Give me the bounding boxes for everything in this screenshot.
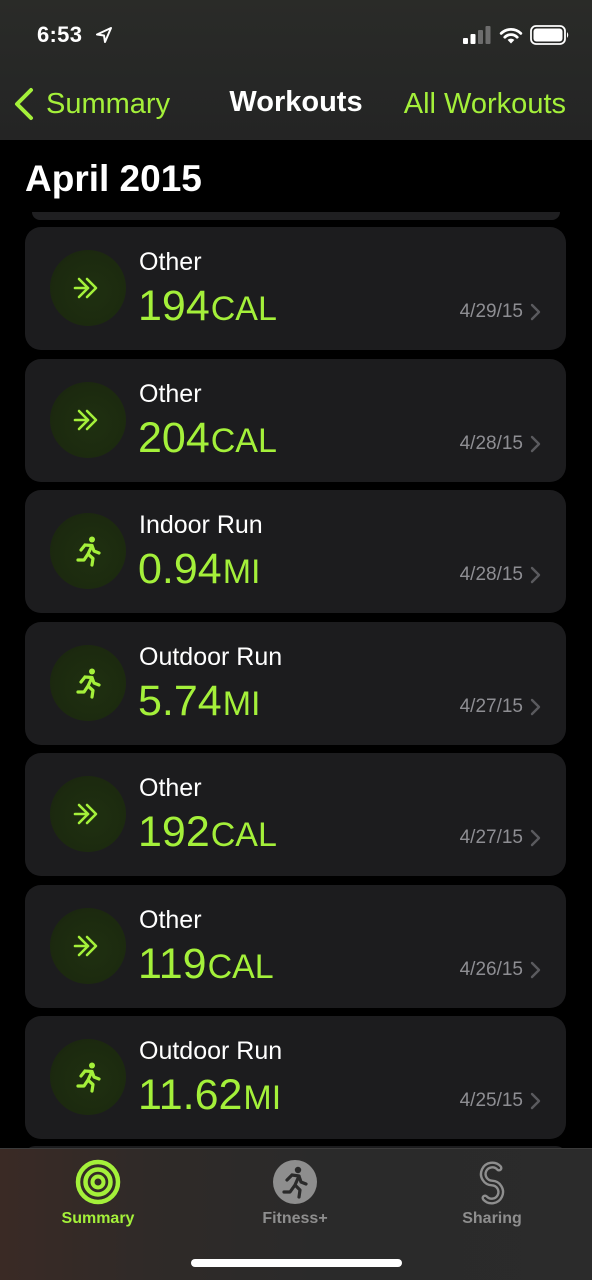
runner-icon [50, 513, 126, 589]
chevron-right-icon [530, 961, 541, 978]
workout-value-unit: CAL [210, 421, 277, 460]
back-button-label: Summary [46, 87, 171, 120]
workout-name: Other [139, 774, 202, 802]
workout-value: 11.62 MI [138, 1071, 281, 1120]
chevron-right-icon [530, 698, 541, 715]
tab-sharing[interactable]: Sharing [422, 1159, 562, 1228]
workout-value-unit: CAL [210, 290, 277, 328]
workout-row[interactable]: Outdoor Run 5.74 MI 4/27/15 [25, 621, 566, 745]
other-workout-icon-glyph [73, 935, 98, 956]
chevron-right-icon [530, 829, 541, 847]
chevron-right-icon [530, 303, 541, 321]
other-workout-icon [50, 250, 126, 326]
section-header: April 2015 [25, 158, 202, 199]
tab-sharing-label: Sharing [462, 1210, 522, 1227]
chevron-right-icon [530, 435, 541, 452]
other-workout-icon [50, 776, 126, 852]
workout-value-number: 119 [138, 939, 207, 988]
workout-date: 4/25/15 [459, 1090, 523, 1111]
other-workout-icon-glyph [73, 803, 98, 825]
other-workout-icon-glyph [73, 409, 98, 430]
workout-date: 4/29/15 [459, 301, 523, 322]
workout-value-number: 11.62 [138, 1071, 243, 1119]
workout-value-unit: CAL [210, 816, 277, 854]
workout-row[interactable]: Outdoor Run 11.62 MI 4/25/15 [25, 1016, 566, 1139]
workout-value-number: 204 [138, 413, 210, 462]
workout-value-number: 194 [138, 282, 210, 330]
header-area: 6:53 Summary Workouts All Workouts [0, 0, 592, 140]
runner-icon-glyph [76, 1062, 101, 1093]
back-button[interactable]: Summary [12, 84, 170, 124]
workout-date: 4/26/15 [459, 958, 523, 980]
tab-summary-label: Summary [61, 1210, 135, 1227]
workout-name: Other [139, 379, 202, 408]
previous-card-edge [32, 212, 560, 220]
workout-date: 4/27/15 [459, 827, 523, 848]
status-time: 6:53 [37, 22, 83, 47]
workout-row[interactable]: Other 194 CAL 4/29/15 [25, 227, 566, 350]
workout-list: Other 194 CAL 4/29/15 Other 204 CAL 4/28/1… [25, 227, 566, 1148]
tab-fitness-plus-label: Fitness+ [262, 1210, 328, 1227]
workout-row[interactable]: Other 192 CAL 4/27/15 [25, 753, 566, 876]
navigation-bar: Summary Workouts All Workouts [0, 70, 592, 140]
other-workout-icon-glyph [73, 277, 98, 299]
workout-value: 204 CAL [138, 414, 277, 463]
workout-value-unit: MI [222, 684, 261, 723]
other-workout-icon [50, 381, 126, 458]
workout-name: Outdoor Run [139, 642, 283, 671]
workout-name: Other [139, 248, 202, 276]
workout-row[interactable]: Other 119 CAL 4/26/15 [25, 884, 566, 1008]
runner-icon-glyph [76, 536, 101, 567]
workout-name: Outdoor Run [139, 1037, 283, 1065]
chevron-right-icon [530, 566, 541, 584]
activity-rings-icon [75, 1159, 121, 1205]
workout-list-scroll[interactable]: April 2015 Other 194 CAL 4/29/15 Other 20… [0, 140, 592, 1148]
chevron-right-icon [530, 1092, 541, 1110]
wifi-icon [499, 28, 523, 44]
workout-value-unit: MI [222, 553, 261, 591]
runner-icon-glyph [76, 668, 101, 699]
all-workouts-button[interactable]: All Workouts [404, 88, 566, 121]
workout-name: Indoor Run [139, 511, 263, 539]
workout-value-unit: CAL [207, 947, 274, 986]
sharing-icon [479, 1161, 505, 1205]
workout-value: 119 CAL [138, 940, 274, 989]
workout-row[interactable]: Indoor Run 0.94 MI 4/28/15 [25, 490, 566, 613]
workout-value: 192 CAL [138, 808, 277, 857]
workout-value-number: 0.94 [138, 545, 222, 593]
workout-value: 0.94 MI [138, 545, 260, 594]
chevron-left-icon [15, 88, 33, 120]
workout-value-number: 192 [138, 808, 210, 856]
workout-date: 4/27/15 [459, 695, 523, 717]
home-indicator[interactable] [191, 1259, 402, 1267]
other-workout-icon [50, 907, 126, 984]
runner-icon [50, 644, 126, 721]
location-arrow-icon [96, 27, 112, 43]
workout-date: 4/28/15 [459, 564, 523, 585]
workout-name: Other [139, 905, 202, 934]
workout-date: 4/28/15 [459, 432, 523, 454]
fitness-plus-icon [273, 1160, 317, 1204]
workout-value: 194 CAL [138, 282, 277, 331]
workout-value-number: 5.74 [138, 676, 222, 725]
runner-icon [50, 1039, 126, 1115]
battery-icon [530, 25, 569, 45]
status-bar: 6:53 [0, 0, 592, 70]
workout-row[interactable]: Other 204 CAL 4/28/15 [25, 358, 566, 482]
cellular-signal-icon [463, 26, 491, 44]
workout-value: 5.74 MI [138, 677, 260, 726]
tab-summary[interactable]: Summary [28, 1159, 168, 1228]
tab-fitness-plus[interactable]: Fitness+ [225, 1159, 365, 1228]
workout-value-unit: MI [243, 1079, 282, 1117]
